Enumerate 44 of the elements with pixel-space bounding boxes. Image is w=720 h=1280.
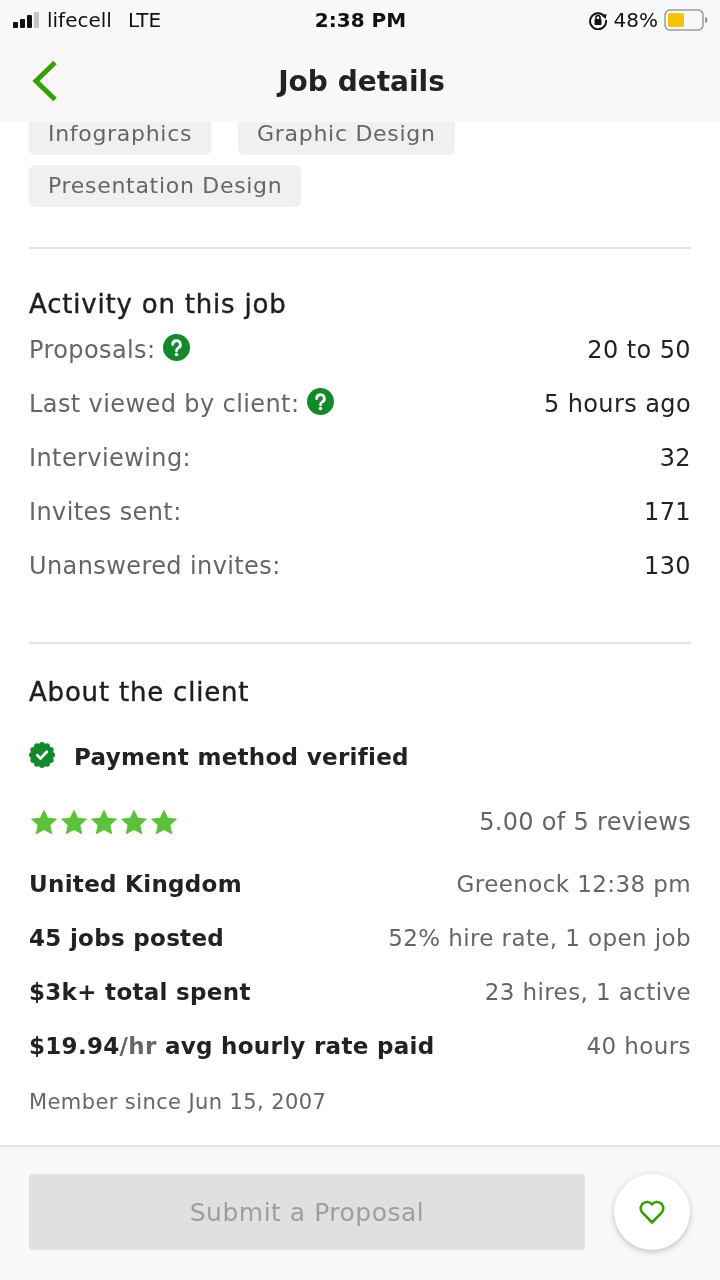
activity-value: 32 <box>659 444 691 472</box>
status-time: 2:38 PM <box>314 8 407 32</box>
activity-label: Invites sent: <box>29 498 182 526</box>
client-stat-label: United Kingdom <box>29 871 242 897</box>
skill-tag[interactable]: Graphic Design <box>238 122 455 155</box>
activity-value: 171 <box>644 498 691 526</box>
star-icon <box>29 808 59 836</box>
signal-icon <box>13 12 41 28</box>
activity-label: Last viewed by client: <box>29 390 300 418</box>
rotation-lock-icon <box>587 10 608 30</box>
help-icon[interactable] <box>307 388 335 415</box>
client-stat-label: $3k+ total spent <box>29 979 251 1005</box>
activity-label: Interviewing: <box>29 444 191 472</box>
section-heading: About the client <box>29 677 251 707</box>
payment-status: Payment method verified <box>74 744 409 770</box>
member-since: Member since Jun 15, 2007 <box>29 1089 328 1116</box>
client-stat-label: 45 jobs posted <box>29 925 225 951</box>
star-icon <box>59 808 89 836</box>
star-icon <box>149 808 179 836</box>
battery-icon <box>664 9 708 31</box>
client-stat-value: 40 hours <box>586 1033 691 1059</box>
section-heading: Activity on this job <box>29 289 288 319</box>
activity-value: 5 hours ago <box>543 390 691 418</box>
activity-label: Unanswered invites: <box>29 552 281 580</box>
battery-percent: 48% <box>613 8 658 32</box>
client-stat-label: $19.94/hr avg hourly rate paid <box>29 1033 435 1059</box>
client-stat-value: Greenock 12:38 pm <box>456 871 691 897</box>
heart-icon <box>638 1199 666 1225</box>
star-icon <box>89 808 119 836</box>
client-stat-value: 52% hire rate, 1 open job <box>388 925 691 951</box>
help-icon[interactable] <box>163 334 191 361</box>
activity-label: Proposals: <box>29 336 156 364</box>
save-job-button[interactable] <box>614 1174 690 1250</box>
client-stat-value: 23 hires, 1 active <box>484 979 691 1005</box>
carrier-name: lifecell <box>47 8 112 32</box>
activity-value: 130 <box>644 552 691 580</box>
reviews-summary: 5.00 of 5 reviews <box>479 808 691 836</box>
activity-value: 20 to 50 <box>587 336 691 364</box>
back-icon[interactable] <box>32 60 58 102</box>
skill-tag[interactable]: Infographics <box>29 122 212 155</box>
star-icon <box>119 808 149 836</box>
skill-tag[interactable]: Presentation Design <box>29 165 302 207</box>
network-type: LTE <box>127 8 162 32</box>
page-title: Job details <box>278 64 445 98</box>
